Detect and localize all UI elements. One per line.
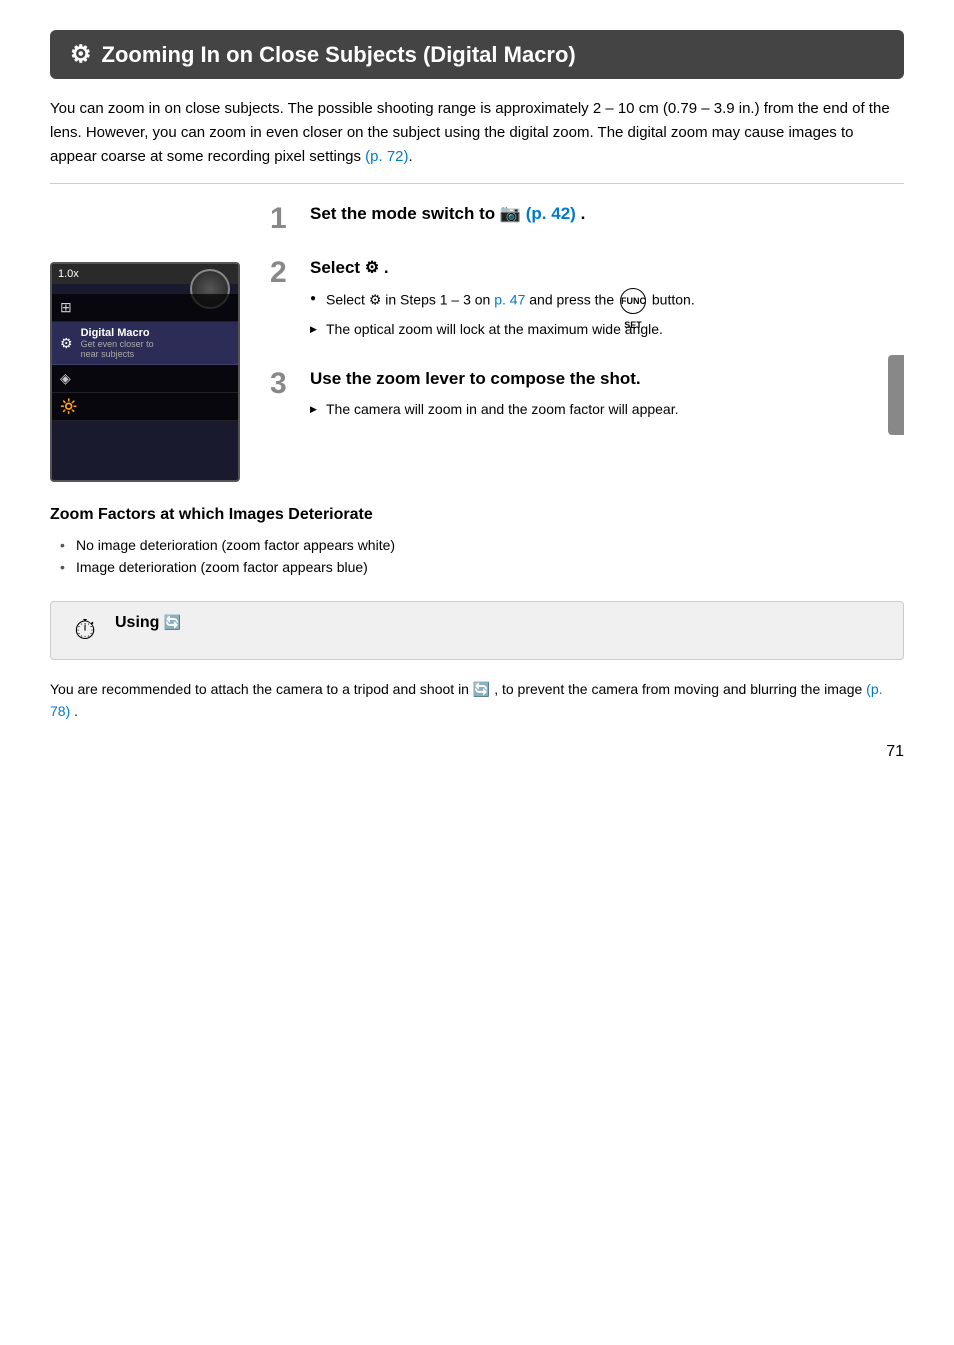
step-1-number: 1 xyxy=(270,204,298,234)
menu-icon-1: ⊞ xyxy=(60,299,72,316)
step-3-title: Use the zoom lever to compose the shot. xyxy=(310,367,904,391)
step-2-macro-icon: ⚙ xyxy=(365,259,379,276)
page-header: ⚙ Zooming In on Close Subjects (Digital … xyxy=(50,30,904,79)
step-2-b2-text: The optical zoom will lock at the maximu… xyxy=(326,321,663,337)
intro-paragraph: You can zoom in on close subjects. The p… xyxy=(50,97,904,184)
step-3-content: Use the zoom lever to compose the shot. … xyxy=(310,367,904,425)
step-1-content: Set the mode switch to 📷 (p. 42) . xyxy=(310,202,904,234)
step-1: 1 Set the mode switch to 📷 (p. 42) . xyxy=(270,202,904,234)
step-1-title-text: Set the mode switch to xyxy=(310,204,500,223)
steps-container: 1.0x ⊞ ⚙ Digital Macro Get even closer t… xyxy=(50,202,904,482)
info-body-icon: 🔄 xyxy=(473,681,490,697)
step-3: 3 Use the zoom lever to compose the shot… xyxy=(270,367,904,425)
info-body-text2: , to prevent the camera from moving and … xyxy=(494,681,866,697)
step-2-b1-text1: Select xyxy=(326,292,369,308)
intro-text-main: You can zoom in on close subjects. The p… xyxy=(50,100,890,165)
step-3-bullet-1: The camera will zoom in and the zoom fac… xyxy=(310,399,904,420)
info-body-text1: You are recommended to attach the camera… xyxy=(50,681,473,697)
info-title-using: Using xyxy=(115,614,164,631)
step-2-b1-text2: in Steps 1 – 3 on xyxy=(385,292,494,308)
step-2-b1-link[interactable]: p. 47 xyxy=(494,292,525,308)
steps-column: 1 Set the mode switch to 📷 (p. 42) . 2 xyxy=(270,202,904,482)
step-3-b1-text: The camera will zoom in and the zoom fac… xyxy=(326,401,679,417)
camera-menu: ⊞ ⚙ Digital Macro Get even closer tonear… xyxy=(52,294,238,421)
zoom-factors-section: Zoom Factors at which Images Deteriorate… xyxy=(50,506,904,579)
info-box-icon-area: ⏱ xyxy=(67,614,103,647)
step-1-title: Set the mode switch to 📷 (p. 42) . xyxy=(310,202,904,226)
step-3-bullets: The camera will zoom in and the zoom fac… xyxy=(310,399,904,420)
camera-menu-item-4: 🔆 xyxy=(52,393,238,421)
menu-icon-macro: ⚙ xyxy=(60,335,73,352)
step-2-title: Select ⚙ . xyxy=(310,256,904,280)
info-text-paragraph: You are recommended to attach the camera… xyxy=(50,678,904,723)
digital-macro-sublabel: Get even closer tonear subjects xyxy=(81,339,154,359)
camera-menu-item-1: ⊞ xyxy=(52,294,238,322)
timer-icon: ⏱ xyxy=(74,614,96,647)
menu-icon-4: 🔆 xyxy=(60,398,77,415)
zoom-factor-item-1: No image deterioration (zoom factor appe… xyxy=(60,534,904,556)
func-set-button-icon: FUNCSET xyxy=(620,288,646,314)
step-2-title-select: Select xyxy=(310,258,365,277)
step-2-period: . xyxy=(384,258,389,277)
info-box-title: Using 🔄 xyxy=(115,614,181,632)
step-2-bullet-2: The optical zoom will lock at the maximu… xyxy=(310,319,904,340)
step-2: 2 Select ⚙ . Select ⚙ in Steps 1 – 3 on … xyxy=(270,256,904,345)
sidebar-tab xyxy=(888,355,904,435)
step-3-number: 3 xyxy=(270,369,298,399)
info-body-text3: . xyxy=(74,703,78,719)
macro-header-icon: ⚙ xyxy=(70,40,92,69)
step-1-period: . xyxy=(581,204,586,223)
step-2-bullets: Select ⚙ in Steps 1 – 3 on p. 47 and pre… xyxy=(310,288,904,340)
step-1-camera-icon: 📷 xyxy=(500,204,521,223)
zoom-factor-item-2: Image deterioration (zoom factor appears… xyxy=(60,556,904,578)
camera-image: 1.0x ⊞ ⚙ Digital Macro Get even closer t… xyxy=(50,262,250,482)
zoom-factors-list: No image deterioration (zoom factor appe… xyxy=(50,534,904,579)
step-2-b1-text3: and press the xyxy=(529,292,618,308)
step-2-b1-icon: ⚙ xyxy=(369,292,382,308)
page-number: 71 xyxy=(50,743,904,761)
step-1-link[interactable]: (p. 42) xyxy=(526,204,576,223)
intro-link-p72[interactable]: (p. 72) xyxy=(365,148,408,165)
camera-menu-item-digital-macro: ⚙ Digital Macro Get even closer tonear s… xyxy=(52,322,238,365)
step-2-content: Select ⚙ . Select ⚙ in Steps 1 – 3 on p.… xyxy=(310,256,904,345)
info-box: ⏱ Using 🔄 xyxy=(50,601,904,660)
camera-zoom-indicator: 1.0x xyxy=(58,268,79,280)
step-2-b1-text4: button. xyxy=(652,292,695,308)
camera-menu-item-3: ◈ xyxy=(52,365,238,393)
step-2-number: 2 xyxy=(270,258,298,288)
info-box-content: Using 🔄 xyxy=(115,614,181,632)
step-2-bullet-1: Select ⚙ in Steps 1 – 3 on p. 47 and pre… xyxy=(310,288,904,314)
page-title: Zooming In on Close Subjects (Digital Ma… xyxy=(102,42,576,68)
menu-icon-3: ◈ xyxy=(60,370,71,387)
digital-macro-label: Digital Macro xyxy=(81,327,154,339)
camera-screen: 1.0x ⊞ ⚙ Digital Macro Get even closer t… xyxy=(50,262,240,482)
self-timer-icon: 🔄 xyxy=(164,614,181,630)
zoom-factors-title: Zoom Factors at which Images Deteriorate xyxy=(50,506,904,524)
